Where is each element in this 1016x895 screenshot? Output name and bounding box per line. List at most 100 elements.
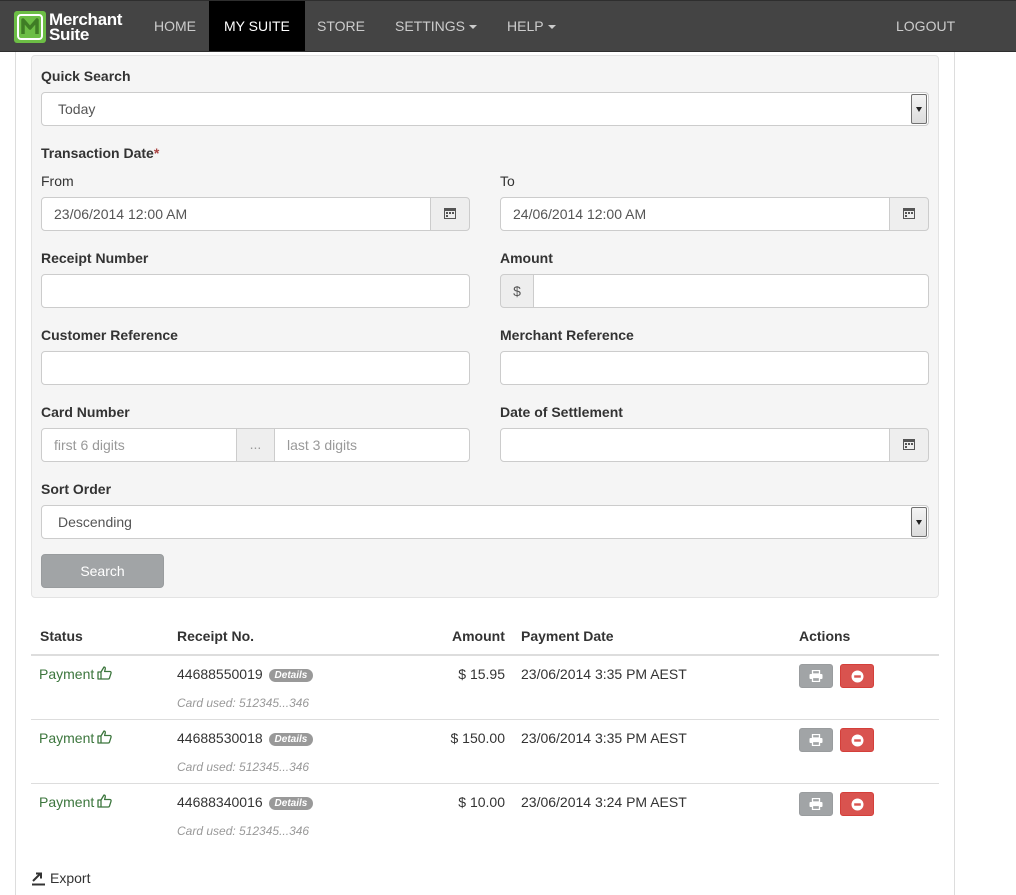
calendar-icon xyxy=(903,439,915,451)
to-date-input[interactable]: 24/06/2014 12:00 AM xyxy=(500,197,890,231)
amount-label: Amount xyxy=(500,250,553,266)
card-used-text: Card used: 512345...346 xyxy=(177,760,310,774)
status-cell: Payment xyxy=(39,794,113,810)
amount-cell: $ 15.95 xyxy=(458,666,505,682)
quick-search-label: Quick Search xyxy=(41,68,131,84)
amount-cell: $ 10.00 xyxy=(458,794,505,810)
table-header-divider xyxy=(31,654,939,656)
export-icon xyxy=(32,872,45,885)
receipt-number: 44688340016 xyxy=(177,794,263,810)
sort-order-value: Descending xyxy=(58,514,132,530)
settlement-date-input[interactable] xyxy=(500,428,890,462)
row-divider xyxy=(31,719,939,720)
search-button[interactable]: Search xyxy=(41,554,164,588)
nav-help[interactable]: HELP xyxy=(492,1,571,51)
print-icon xyxy=(809,798,823,810)
remove-button[interactable] xyxy=(840,728,874,752)
nav-help-label: HELP xyxy=(507,18,544,34)
minus-circle-icon xyxy=(851,798,863,810)
minus-circle-icon xyxy=(851,670,863,682)
header-actions: Actions xyxy=(799,628,851,644)
print-button[interactable] xyxy=(799,664,833,688)
details-badge[interactable]: Details xyxy=(268,797,314,810)
payment-date-cell: 23/06/2014 3:24 PM AEST xyxy=(521,794,687,810)
header-amount: Amount xyxy=(452,628,505,644)
remove-button[interactable] xyxy=(840,792,874,816)
nav-settings[interactable]: SETTINGS xyxy=(380,1,492,51)
to-label: To xyxy=(500,173,515,189)
header-receipt: Receipt No. xyxy=(177,628,255,644)
customer-reference-label: Customer Reference xyxy=(41,327,178,343)
customer-reference-input[interactable] xyxy=(41,351,470,385)
sort-order-label: Sort Order xyxy=(41,481,112,497)
receipt-number: 44688550019 xyxy=(177,666,263,682)
to-calendar-button[interactable] xyxy=(889,197,929,231)
export-label: Export xyxy=(50,870,91,886)
payment-date-cell: 23/06/2014 3:35 PM AEST xyxy=(521,666,687,682)
dropdown-arrow-icon xyxy=(911,94,927,124)
print-button[interactable] xyxy=(799,792,833,816)
status-text: Payment xyxy=(39,730,95,746)
card-used-text: Card used: 512345...346 xyxy=(177,696,310,710)
receipt-number: 44688530018 xyxy=(177,730,263,746)
export-link[interactable]: Export xyxy=(31,870,90,886)
required-mark: * xyxy=(153,145,160,161)
status-text: Payment xyxy=(39,794,95,810)
receipt-number-label: Receipt Number xyxy=(41,250,149,266)
print-icon xyxy=(809,734,823,746)
calendar-icon xyxy=(903,208,915,220)
from-label: From xyxy=(41,173,74,189)
card-last-digits-input[interactable]: last 3 digits xyxy=(274,428,470,462)
card-separator-addon: ... xyxy=(236,428,275,462)
remove-button[interactable] xyxy=(840,664,874,688)
details-badge[interactable]: Details xyxy=(268,669,314,682)
receipt-cell: 44688530018 Details xyxy=(177,730,314,746)
quick-search-select[interactable]: Today xyxy=(41,92,929,126)
print-button[interactable] xyxy=(799,728,833,752)
thumbs-up-icon xyxy=(97,794,113,808)
merchant-reference-label: Merchant Reference xyxy=(500,327,634,343)
card-number-label: Card Number xyxy=(41,404,130,420)
brand-line2: Suite xyxy=(49,25,90,44)
nav-my-suite[interactable]: MY SUITE xyxy=(209,1,305,51)
thumbs-up-icon xyxy=(97,730,113,744)
nav-store[interactable]: STORE xyxy=(302,1,380,51)
nav-logout[interactable]: LOGOUT xyxy=(881,1,970,51)
receipt-cell: 44688340016 Details xyxy=(177,794,314,810)
payment-date-cell: 23/06/2014 3:35 PM AEST xyxy=(521,730,687,746)
top-navbar: Merchant Suite HOME MY SUITE STORE SETTI… xyxy=(0,0,1016,52)
card-first-digits-input[interactable]: first 6 digits xyxy=(41,428,237,462)
date-of-settlement-label: Date of Settlement xyxy=(500,404,623,420)
sort-order-select[interactable]: Descending xyxy=(41,505,929,539)
print-icon xyxy=(809,670,823,682)
header-payment-date: Payment Date xyxy=(521,628,614,644)
calendar-icon xyxy=(444,208,456,220)
chevron-down-icon xyxy=(547,25,556,30)
receipt-cell: 44688550019 Details xyxy=(177,666,314,682)
status-cell: Payment xyxy=(39,666,113,682)
transaction-date-label: Transaction Date* xyxy=(41,145,159,161)
receipt-number-input[interactable] xyxy=(41,274,470,308)
merchant-reference-input[interactable] xyxy=(500,351,929,385)
nav-home[interactable]: HOME xyxy=(139,1,211,51)
minus-circle-icon xyxy=(851,734,863,746)
merchant-suite-logo-icon xyxy=(14,11,46,43)
brand-logo[interactable]: Merchant Suite xyxy=(14,9,122,45)
from-calendar-button[interactable] xyxy=(430,197,470,231)
status-text: Payment xyxy=(39,666,95,682)
from-date-input[interactable]: 23/06/2014 12:00 AM xyxy=(41,197,431,231)
currency-addon: $ xyxy=(500,274,534,308)
status-cell: Payment xyxy=(39,730,113,746)
settlement-calendar-button[interactable] xyxy=(889,428,929,462)
amount-input[interactable] xyxy=(533,274,929,308)
brand-name: Merchant Suite xyxy=(49,11,122,44)
card-used-text: Card used: 512345...346 xyxy=(177,824,310,838)
quick-search-value: Today xyxy=(58,101,96,117)
chevron-down-icon xyxy=(469,25,478,30)
amount-cell: $ 150.00 xyxy=(450,730,506,746)
nav-settings-label: SETTINGS xyxy=(395,18,466,34)
header-status: Status xyxy=(40,628,83,644)
details-badge[interactable]: Details xyxy=(268,733,314,746)
dropdown-arrow-icon xyxy=(911,507,927,537)
transaction-date-text: Transaction Date xyxy=(41,145,154,161)
